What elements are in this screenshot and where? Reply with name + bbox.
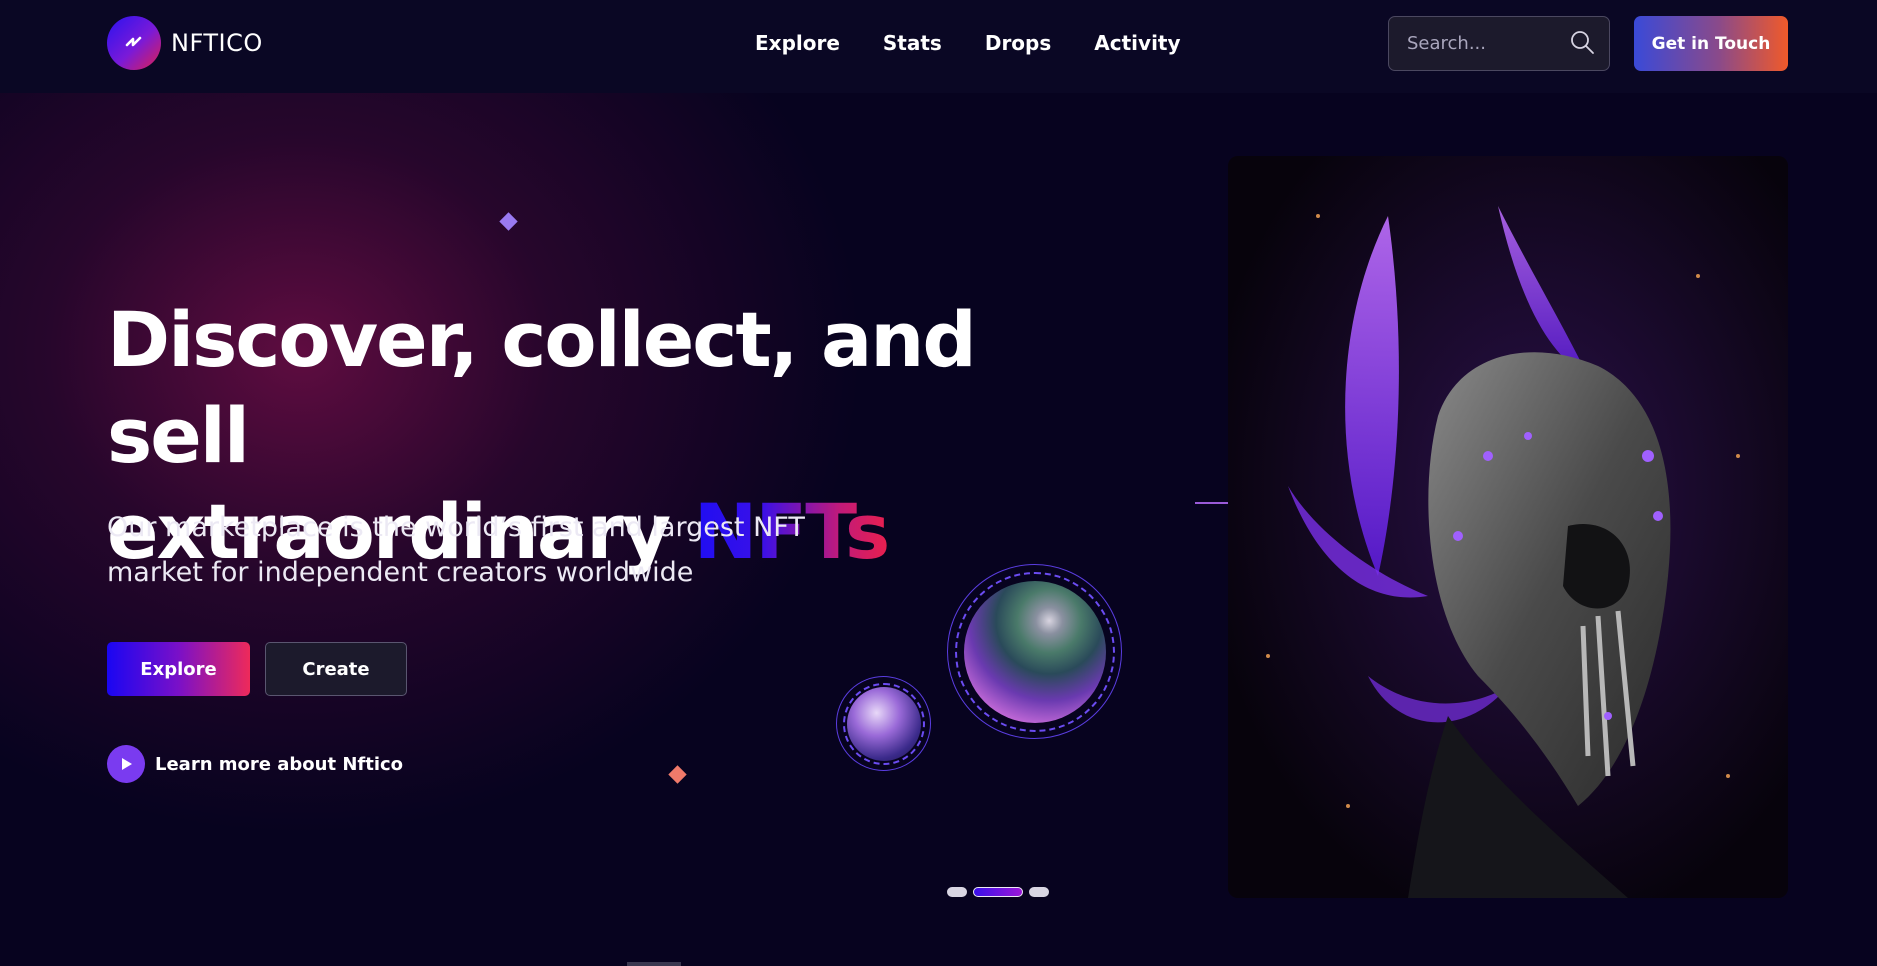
get-in-touch-button[interactable]: Get in Touch (1634, 16, 1788, 71)
nft-helmet-illustration (1228, 156, 1788, 898)
featured-nft-image[interactable] (1228, 156, 1788, 898)
carousel-pagination (947, 887, 1049, 897)
search-icon[interactable] (1569, 29, 1595, 59)
subtitle-line1: Our marketplace is the world’s first and… (107, 512, 805, 543)
artwork-orb-large[interactable] (947, 564, 1122, 739)
logo-text: NFTICO (171, 29, 263, 57)
logo[interactable]: NFTICO (107, 16, 263, 70)
search-box (1388, 16, 1610, 71)
carousel-dot[interactable] (1029, 887, 1049, 897)
headline-line1: Discover, collect, and sell (107, 295, 977, 480)
learn-more-link[interactable]: Learn more about Nftico (107, 745, 403, 783)
nav-explore[interactable]: Explore (755, 30, 840, 56)
carousel-dot[interactable] (947, 887, 967, 897)
site-header: NFTICO Explore Stats Drops Activity Get … (0, 0, 1877, 93)
nav-activity[interactable]: Activity (1094, 30, 1180, 56)
artwork-orb-small[interactable] (836, 676, 931, 771)
subtitle-line2: market for independent creators worldwid… (107, 557, 694, 588)
artwork-thumbnail (846, 686, 921, 761)
learn-more-label: Learn more about Nftico (155, 753, 404, 775)
nav-stats[interactable]: Stats (883, 30, 942, 56)
logo-slash-icon (107, 16, 161, 70)
main-nav: Explore Stats Drops Activity (755, 30, 1224, 56)
artwork-thumbnail (963, 580, 1106, 723)
hero-subtitle: Our marketplace is the world’s first and… (107, 505, 807, 595)
nav-drops[interactable]: Drops (985, 30, 1051, 56)
carousel-dot-active[interactable] (973, 887, 1023, 897)
explore-button[interactable]: Explore (107, 642, 250, 696)
search-input[interactable] (1407, 33, 1569, 54)
play-icon (107, 745, 145, 783)
scroll-indicator (627, 962, 681, 966)
create-button[interactable]: Create (265, 642, 407, 696)
